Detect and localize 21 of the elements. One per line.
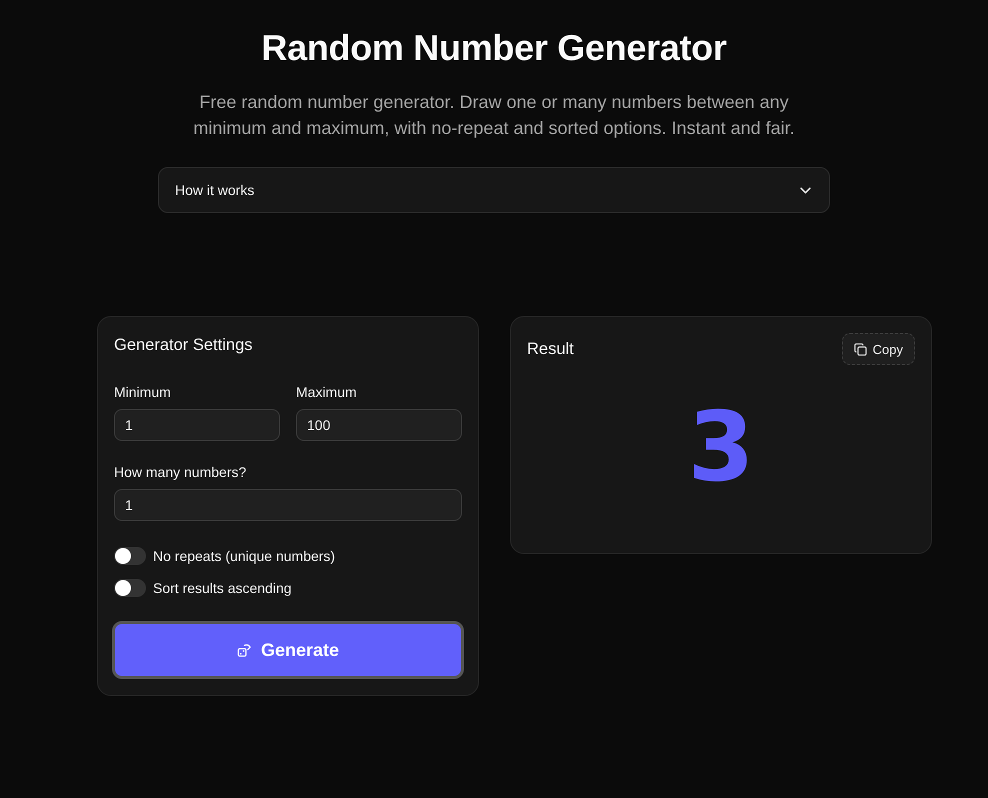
how-it-works-accordion[interactable]: How it works	[158, 167, 830, 213]
generate-button[interactable]: Generate	[112, 621, 464, 679]
toggle-label: No repeats (unique numbers)	[153, 547, 336, 565]
toggle-switch[interactable]	[114, 579, 146, 597]
copy-icon	[854, 342, 867, 356]
result-number: 3	[688, 399, 754, 495]
toggle-switch[interactable]	[114, 547, 146, 565]
copy-button[interactable]: Copy	[842, 333, 915, 365]
toggle-label: Sort results ascending	[153, 579, 292, 597]
page-title: Random Number Generator	[261, 27, 727, 69]
settings-title: Generator Settings	[114, 335, 254, 356]
result-title: Result	[527, 339, 574, 360]
number-input[interactable]: 1	[114, 489, 462, 521]
chevron-icon	[800, 186, 811, 194]
field-label: Maximum	[296, 383, 358, 401]
dice-icon	[236, 642, 252, 658]
field-label: Minimum	[114, 383, 172, 401]
number-input[interactable]: 100	[296, 409, 462, 441]
page-description: Free random number generator. Draw one or many numbers between any minimum and maximum, with no-repeat and sorted options. Instant and fair.	[192, 91, 796, 140]
field-label: How many numbers?	[114, 463, 248, 481]
number-input[interactable]: 1	[114, 409, 280, 441]
